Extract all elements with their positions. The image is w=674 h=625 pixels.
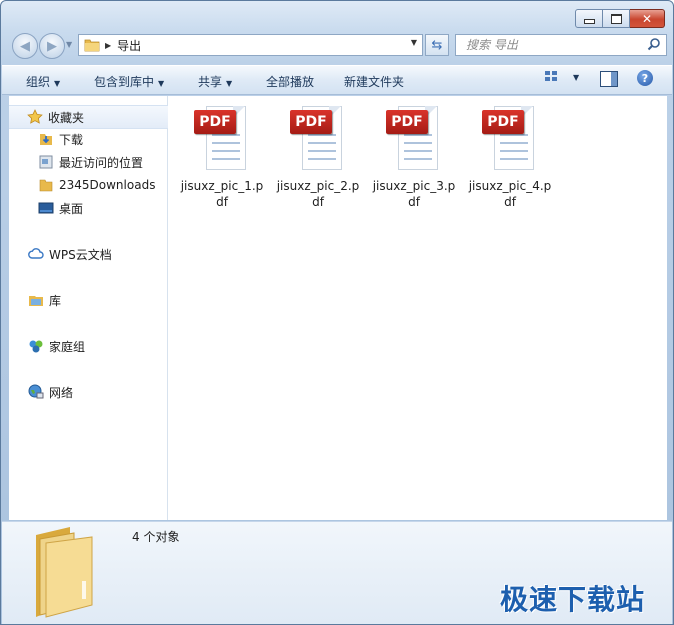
nav-wps-cloud-label: WPS云文档: [49, 247, 112, 262]
search-input[interactable]: [464, 37, 648, 53]
file-item[interactable]: PDF jisuxz_pic_1.pdf: [179, 104, 265, 210]
network-icon: [28, 384, 44, 400]
close-icon: ✕: [641, 11, 653, 26]
nav-recent-places-label: 最近访问的位置: [59, 155, 144, 170]
preview-pane-button[interactable]: [600, 71, 618, 87]
maximize-icon: [610, 13, 622, 24]
pdf-file-icon: PDF: [290, 104, 346, 170]
nav-desktop[interactable]: 桌面: [38, 197, 83, 219]
file-name: jisuxz_pic_4.pdf: [468, 179, 552, 209]
share-menu[interactable]: 共享 ▼: [198, 73, 232, 90]
command-bar: 组织 ▼ 包含到库中 ▼ 共享 ▼ 全部播放 新建文件夹 ▼ ?: [2, 65, 672, 95]
breadcrumb-separator-icon[interactable]: ▶: [105, 41, 111, 50]
include-in-library-menu[interactable]: 包含到库中 ▼: [94, 73, 164, 90]
share-label: 共享: [198, 75, 223, 89]
play-all-label: 全部播放: [266, 75, 315, 89]
search-icon[interactable]: [647, 37, 661, 51]
pdf-file-icon: PDF: [386, 104, 442, 170]
nav-2345downloads[interactable]: 2345Downloads: [38, 174, 155, 196]
file-item[interactable]: PDF jisuxz_pic_4.pdf: [467, 104, 553, 210]
file-list: PDF jisuxz_pic_1.pdf PDF jisuxz_pic_2.pd…: [168, 96, 667, 520]
new-folder-button[interactable]: 新建文件夹: [344, 73, 404, 90]
file-name: jisuxz_pic_3.pdf: [372, 179, 456, 209]
nav-desktop-label: 桌面: [59, 201, 84, 216]
folder-icon: [84, 39, 100, 52]
desktop-icon: [38, 200, 54, 216]
chevron-down-icon: ▼: [158, 79, 165, 88]
chevron-down-icon: ▼: [54, 79, 61, 88]
nav-libraries[interactable]: 库: [28, 289, 61, 311]
explorer-window: ✕ ◀ ▶ ▼ ▶ 导出 ▼ ⇆ 组织▼ 包含到库中▼ 共享▼ 全部播放 新建文…: [0, 0, 674, 625]
nav-network-label: 网络: [49, 385, 74, 400]
nav-network[interactable]: 网络: [28, 381, 73, 403]
nav-downloads[interactable]: 下载: [38, 128, 83, 150]
nav-2345downloads-label: 2345Downloads: [59, 178, 156, 192]
maximize-button[interactable]: [603, 9, 630, 28]
address-dropdown-icon[interactable]: ▼: [411, 38, 417, 47]
file-name: jisuxz_pic_2.pdf: [276, 179, 360, 209]
large-folder-icon: [36, 527, 93, 618]
homegroup-icon: [28, 338, 44, 354]
organize-menu[interactable]: 组织 ▼: [26, 73, 60, 90]
library-icon: [28, 292, 44, 308]
view-grid-icon: [545, 71, 557, 81]
new-folder-label: 新建文件夹: [344, 75, 405, 89]
nav-homegroup-label: 家庭组: [49, 339, 86, 354]
details-pane: 4 个对象 极速下载站: [2, 521, 672, 624]
file-item[interactable]: PDF jisuxz_pic_2.pdf: [275, 104, 361, 210]
search-box: [455, 34, 667, 56]
file-name: jisuxz_pic_1.pdf: [180, 179, 264, 209]
item-count: 4 个对象: [132, 530, 180, 544]
recent-pages-dropdown[interactable]: ▼: [66, 40, 72, 49]
change-view-button[interactable]: ▼: [545, 71, 579, 83]
nav-homegroup[interactable]: 家庭组: [28, 335, 85, 357]
folder-icon: [38, 177, 54, 193]
forward-arrow-icon: ▶: [47, 38, 57, 54]
recent-places-icon: [38, 154, 54, 170]
minimize-button[interactable]: [575, 9, 603, 28]
nav-favorites[interactable]: 收藏夹: [9, 105, 184, 129]
pdf-file-icon: PDF: [194, 104, 250, 170]
minimize-icon: [583, 19, 595, 24]
navigation-pane: 收藏夹 下载 最近访问的位置 2345Downloads 桌面 WPS云文档 库: [9, 96, 184, 520]
nav-wps-cloud[interactable]: WPS云文档: [28, 243, 112, 265]
view-dropdown-icon[interactable]: ▼: [573, 73, 579, 82]
organize-label: 组织: [26, 75, 51, 89]
chevron-down-icon: ▼: [226, 79, 233, 88]
watermark-logo: 极速下载站: [500, 583, 646, 616]
window-controls: ✕: [575, 9, 665, 28]
play-all-button[interactable]: 全部播放: [266, 73, 314, 90]
help-icon[interactable]: ?: [637, 70, 653, 86]
nav-favorites-label: 收藏夹: [48, 110, 85, 125]
nav-recent-places[interactable]: 最近访问的位置: [38, 151, 143, 173]
refresh-button[interactable]: ⇆: [425, 34, 449, 56]
breadcrumb-item[interactable]: 导出: [117, 37, 141, 54]
back-button[interactable]: ◀: [12, 33, 38, 59]
back-arrow-icon: ◀: [20, 38, 30, 54]
nav-libraries-label: 库: [49, 293, 62, 308]
file-item[interactable]: PDF jisuxz_pic_3.pdf: [371, 104, 457, 210]
downloads-folder-icon: [38, 131, 54, 147]
nav-downloads-label: 下载: [59, 132, 84, 147]
refresh-icon: ⇆: [431, 37, 443, 53]
cloud-icon: [28, 246, 44, 262]
star-icon: [27, 109, 43, 125]
close-button[interactable]: ✕: [630, 9, 665, 28]
include-in-library-label: 包含到库中: [94, 75, 155, 89]
pdf-file-icon: PDF: [482, 104, 538, 170]
address-bar[interactable]: ▶ 导出 ▼: [78, 34, 423, 56]
forward-button[interactable]: ▶: [39, 33, 65, 59]
